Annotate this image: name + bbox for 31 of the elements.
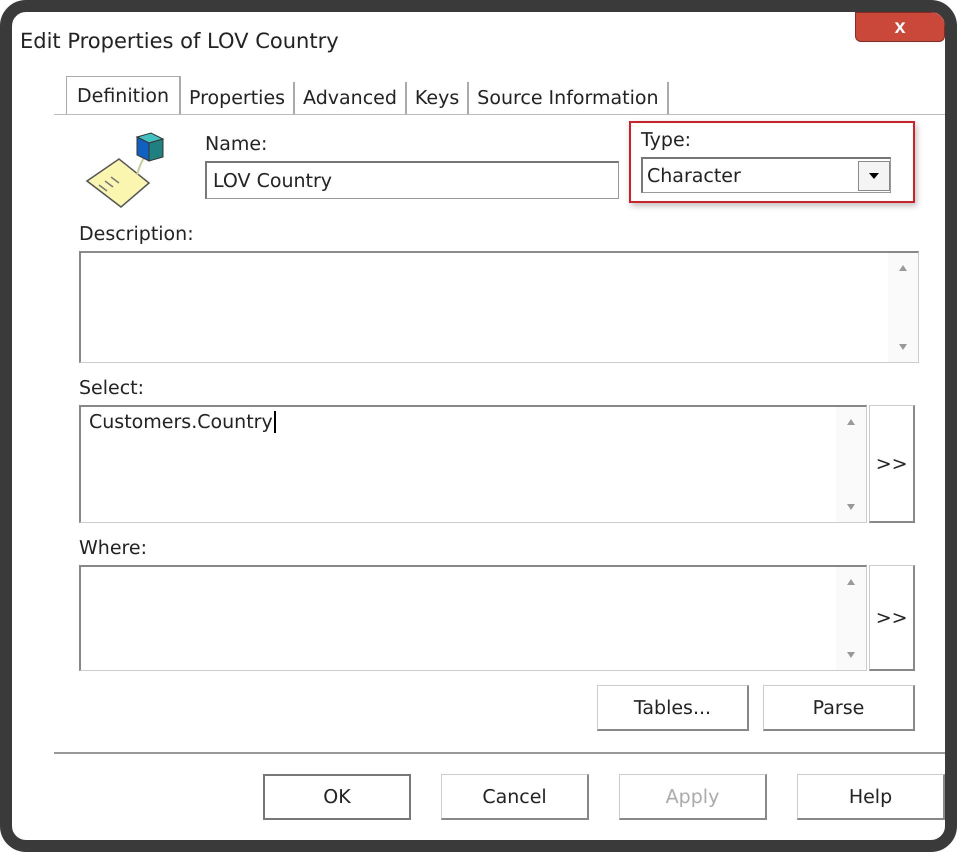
where-field[interactable] (79, 565, 868, 671)
description-field[interactable] (79, 251, 919, 363)
select-field[interactable]: Customers.Country (79, 405, 868, 523)
dialog-button[interactable]: Help (797, 774, 945, 820)
scroll-down-icon[interactable] (899, 344, 907, 350)
dialog-button[interactable]: OK (263, 774, 411, 820)
description-label: Description: (79, 223, 194, 245)
dropdown-arrow-icon (868, 172, 880, 180)
insert-button[interactable]: >> (869, 565, 915, 671)
select-text: Customers.Country (89, 411, 276, 433)
insert-button[interactable]: >> (869, 405, 915, 523)
scroll-up-icon[interactable] (847, 419, 856, 425)
type-label: Type: (641, 129, 692, 151)
scroll-down-icon[interactable] (847, 652, 856, 658)
select-label: Select: (79, 377, 144, 399)
query-button[interactable]: Parse (763, 685, 915, 731)
window-title: Edit Properties of LOV Country (20, 29, 339, 53)
name-label: Name: (205, 133, 268, 155)
scrollbar[interactable] (888, 253, 918, 362)
type-dropdown[interactable]: Character (641, 157, 891, 193)
dialog-button[interactable]: Cancel (441, 774, 589, 820)
scrollbar[interactable] (836, 567, 866, 670)
name-field[interactable]: LOV Country (205, 161, 619, 199)
scroll-up-icon[interactable] (847, 579, 856, 585)
scroll-up-icon[interactable] (899, 265, 907, 271)
scrollbar[interactable] (836, 407, 866, 522)
close-button[interactable]: x (855, 12, 945, 42)
scroll-down-icon[interactable] (847, 504, 856, 510)
query-button[interactable]: Tables... (597, 685, 749, 731)
where-label: Where: (79, 537, 148, 559)
tab[interactable]: Definition (66, 76, 182, 114)
